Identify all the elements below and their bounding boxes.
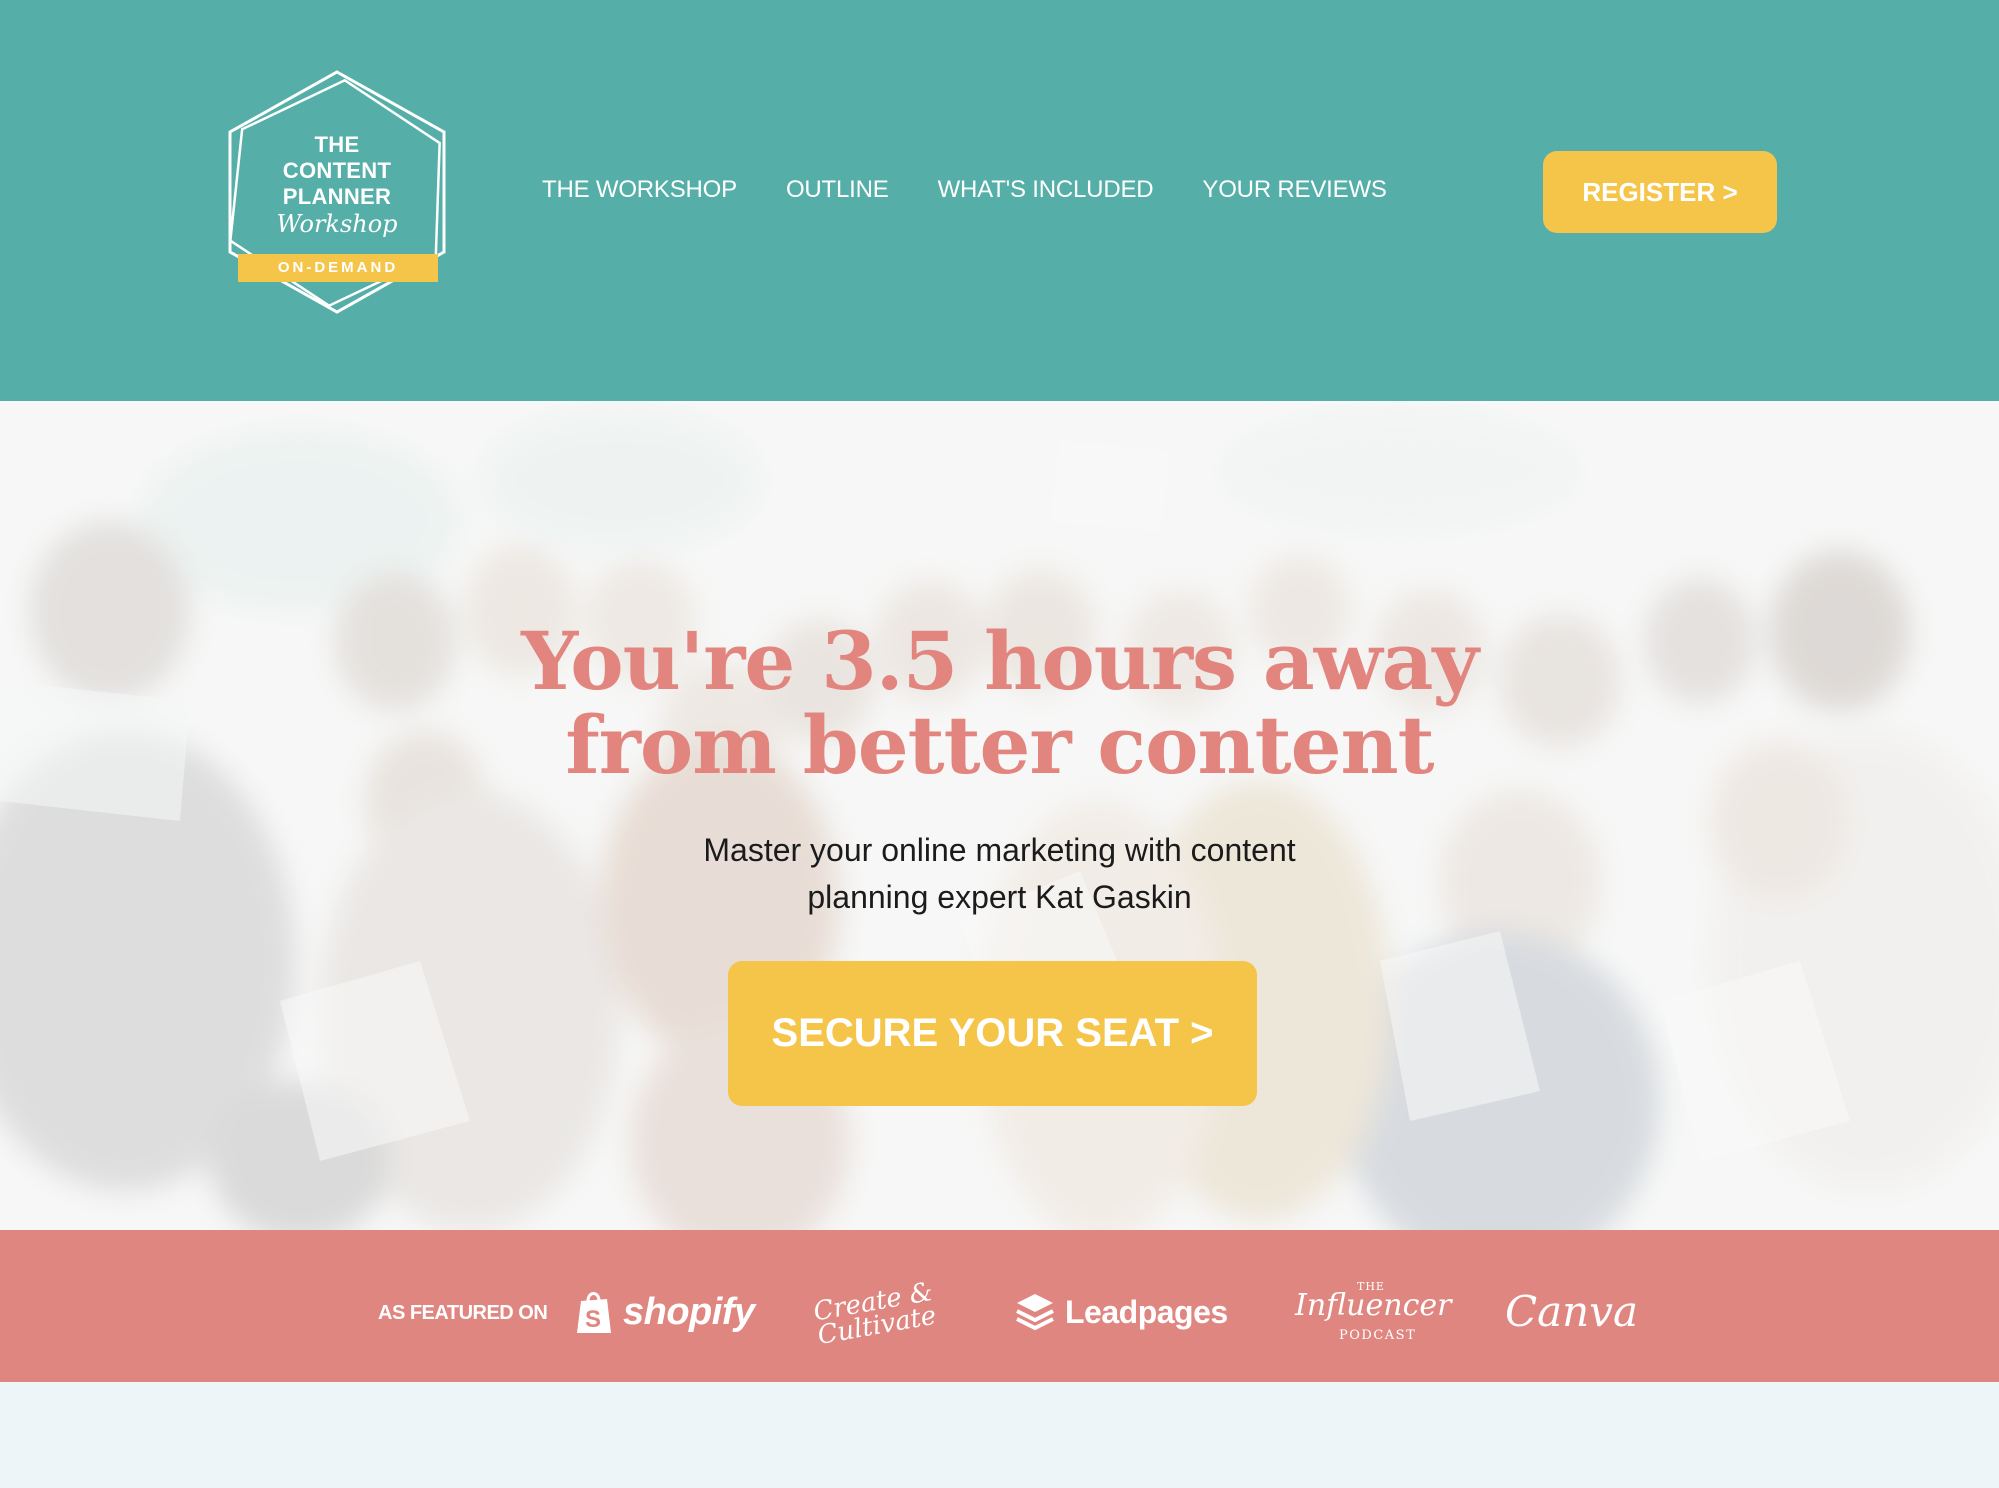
hero-headline: You're 3.5 hours away from better conten… — [0, 619, 1999, 787]
main-nav: THE WORKSHOP OUTLINE WHAT'S INCLUDED YOU… — [542, 176, 1436, 204]
register-button[interactable]: REGISTER > — [1543, 151, 1777, 233]
create-and-cultivate-wordmark: Create & Cultivate — [811, 1277, 939, 1351]
logo-line-3: PLANNER — [282, 184, 392, 209]
logo-script: Workshop — [276, 210, 398, 238]
logo-line-1: THE — [314, 132, 360, 157]
canva-logo[interactable]: Canva — [1505, 1286, 1638, 1336]
featured-logos: AS FEATURED ON S shopify Create & Cultiv… — [0, 1230, 1999, 1382]
logo-line-2: CONTENT — [282, 158, 392, 183]
create-and-cultivate-logo[interactable]: Create & Cultivate — [811, 1276, 940, 1352]
hero-headline-line-2: from better content — [565, 698, 1434, 792]
influencer-podcast: PODCAST — [1339, 1328, 1417, 1343]
nav-item-outline[interactable]: OUTLINE — [786, 176, 889, 204]
nav-item-your-reviews[interactable]: YOUR REVIEWS — [1202, 176, 1386, 204]
leadpages-wordmark: Leadpages — [1065, 1293, 1228, 1330]
featured-on-bar: AS FEATURED ON S shopify Create & Cultiv… — [0, 1230, 1999, 1382]
leadpages-logo[interactable]: Leadpages — [1013, 1290, 1228, 1334]
featured-label: AS FEATURED ON — [378, 1302, 548, 1324]
hero-subtitle: Master your online marketing with conten… — [0, 827, 1999, 921]
canva-wordmark: Canva — [1505, 1286, 1638, 1336]
site-header: THE CONTENT PLANNER Workshop ON-DEMAND T… — [0, 0, 1999, 401]
layers-icon — [1016, 1294, 1054, 1331]
hero-subtitle-line-2: planning expert Kat Gaskin — [807, 879, 1192, 915]
influencer-podcast-logo[interactable]: THE Influencer PODCAST — [1295, 1280, 1451, 1344]
svg-text:S: S — [585, 1306, 601, 1333]
shopping-bag-icon: S — [577, 1292, 611, 1333]
nav-item-the-workshop[interactable]: THE WORKSHOP — [542, 176, 737, 204]
secure-your-seat-button[interactable]: SECURE YOUR SEAT > — [728, 961, 1257, 1106]
next-section — [0, 1382, 1999, 1488]
influencer-wordmark: Influencer — [1295, 1288, 1452, 1323]
workshop-logo[interactable]: THE CONTENT PLANNER Workshop ON-DEMAND — [222, 68, 452, 314]
hero-section: You're 3.5 hours away from better conten… — [0, 401, 1999, 1230]
logo-ribbon: ON-DEMAND — [238, 254, 438, 282]
hero-subtitle-line-1: Master your online marketing with conten… — [703, 832, 1296, 868]
shopify-wordmark: shopify — [623, 1290, 755, 1333]
hero-headline-line-1: You're 3.5 hours away — [521, 614, 1479, 708]
nav-item-whats-included[interactable]: WHAT'S INCLUDED — [938, 176, 1154, 204]
logo-wordmark: THE CONTENT PLANNER — [222, 132, 452, 210]
shopify-logo[interactable]: S shopify — [575, 1290, 755, 1334]
